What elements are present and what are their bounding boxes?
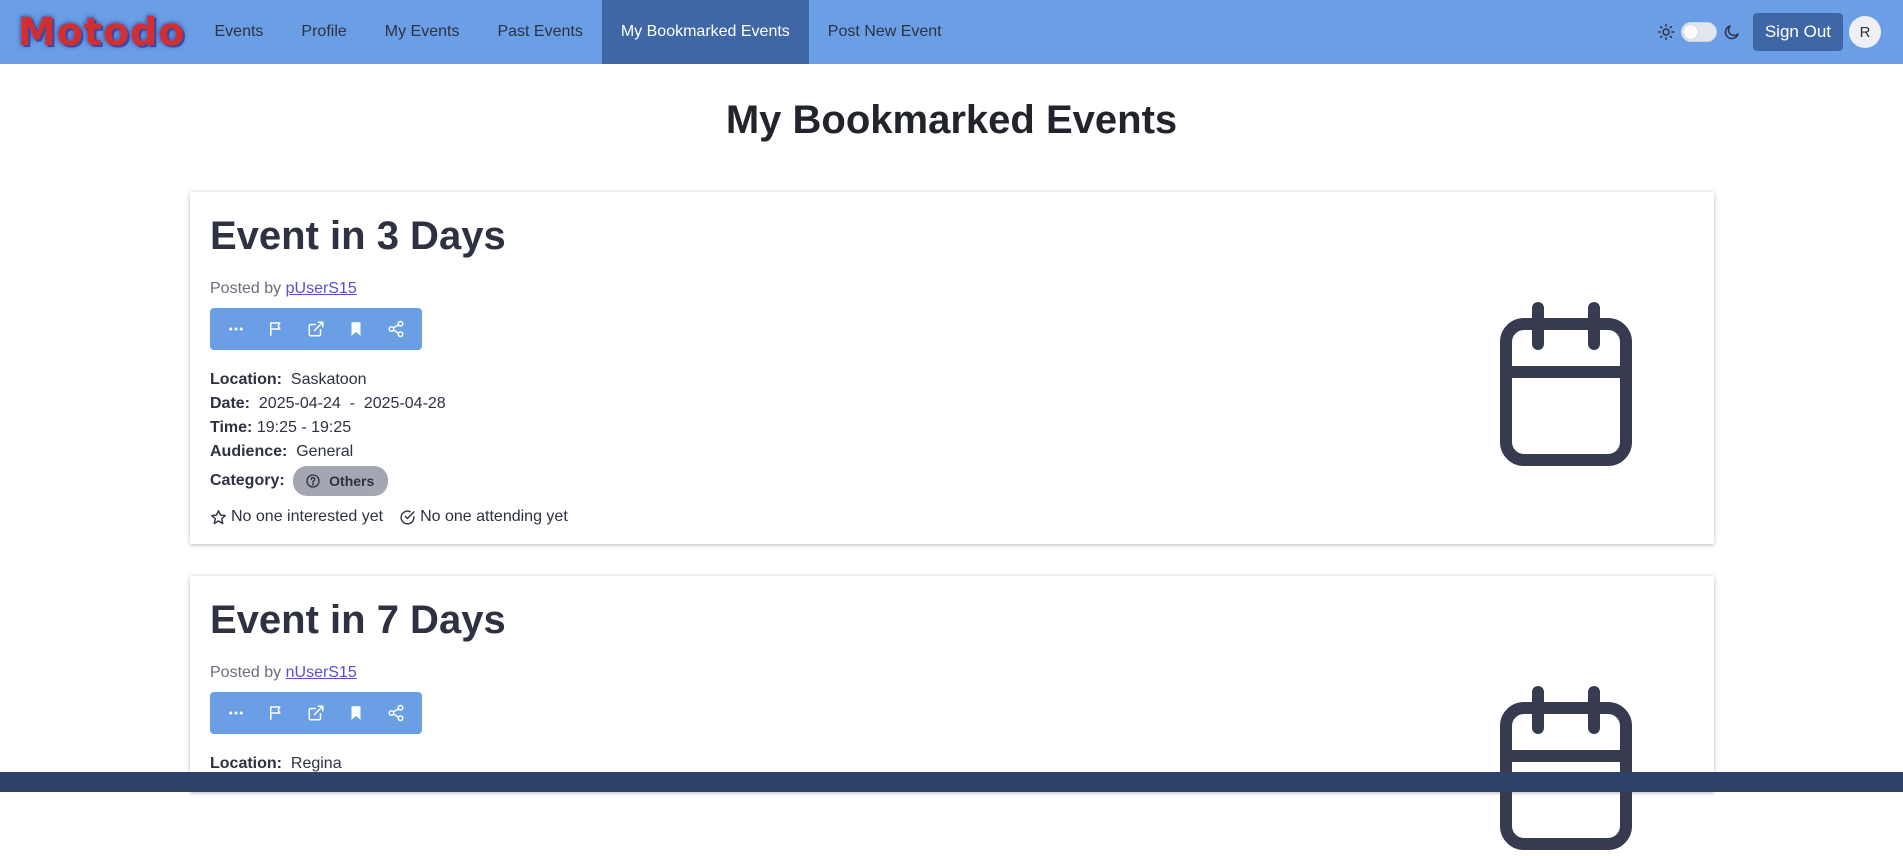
nav-item-events[interactable]: Events <box>196 0 283 64</box>
sun-icon <box>1657 23 1675 41</box>
time-value: 19:25 - 19:25 <box>256 419 352 436</box>
check-circle-icon <box>400 509 415 525</box>
event-card: Event in 3 Days Posted by pUserS15 Locat… <box>190 192 1714 544</box>
nav-item-profile[interactable]: Profile <box>282 0 365 64</box>
more-horizontal-icon <box>229 711 243 715</box>
date-row: Date: 2025-04-24 - 2025-04-28 <box>210 392 1694 416</box>
bookmark-button[interactable] <box>336 308 376 350</box>
date-label: Date: <box>210 395 251 412</box>
calendar-icon <box>1500 686 1632 850</box>
open-event-button[interactable] <box>296 308 336 350</box>
time-row: Time: 19:25 - 19:25 <box>210 416 1694 440</box>
time-label: Time: <box>210 419 253 436</box>
calendar-icon <box>1500 302 1632 466</box>
more-options-button[interactable] <box>216 308 256 350</box>
event-stats: No one interested yet No one attending y… <box>210 508 1694 526</box>
date-separator: - <box>349 395 355 412</box>
nav-item-my-bookmarked-events[interactable]: My Bookmarked Events <box>601 0 809 64</box>
audience-label: Audience: <box>210 443 288 460</box>
page-title: My Bookmarked Events <box>725 98 1178 142</box>
sign-out-button[interactable]: Sign Out <box>1752 13 1843 51</box>
location-label: Location: <box>210 371 282 388</box>
location-value: Saskatoon <box>290 371 367 388</box>
event-title[interactable]: Event in 7 Days <box>210 596 1694 644</box>
location-value: Regina <box>290 755 342 772</box>
posted-by-label: Posted by <box>210 280 282 297</box>
report-button[interactable] <box>256 692 296 734</box>
author-link[interactable]: pUserS15 <box>286 280 357 297</box>
posted-by: Posted by pUserS15 <box>210 280 1694 298</box>
flag-icon <box>270 706 281 720</box>
share-button[interactable] <box>376 308 416 350</box>
event-card: Event in 7 Days Posted by nUserS15 Locat… <box>190 576 1714 850</box>
flag-icon <box>270 322 281 336</box>
author-link[interactable]: nUserS15 <box>286 664 357 681</box>
external-link-icon <box>308 705 324 721</box>
bookmark-icon <box>351 706 361 720</box>
event-actions-toolbar <box>210 308 422 350</box>
top-navbar: Motodo Events Profile My Events Past Eve… <box>0 0 1903 64</box>
brand-logo[interactable]: Motodo <box>18 13 186 51</box>
interested-text: No one interested yet <box>231 508 384 525</box>
moon-icon <box>1724 25 1739 40</box>
share-button[interactable] <box>376 692 416 734</box>
share-icon <box>388 320 404 338</box>
nav-links: Events Profile My Events Past Events My … <box>196 0 961 64</box>
date-start: 2025-04-24 <box>258 395 341 412</box>
external-link-icon <box>308 321 324 337</box>
star-icon <box>211 509 226 524</box>
date-end: 2025-04-28 <box>363 395 446 412</box>
question-circle-icon <box>306 474 320 488</box>
toggle-knob <box>1683 25 1698 39</box>
location-row: Location: Saskatoon <box>210 368 1694 392</box>
share-icon <box>388 704 404 722</box>
open-event-button[interactable] <box>296 692 336 734</box>
event-title[interactable]: Event in 3 Days <box>210 212 1694 260</box>
bookmark-icon <box>351 322 361 336</box>
category-value: Others <box>329 473 375 489</box>
posted-by-label: Posted by <box>210 664 282 681</box>
posted-by: Posted by nUserS15 <box>210 664 1694 682</box>
nav-item-post-new-event[interactable]: Post New Event <box>809 0 961 64</box>
more-horizontal-icon <box>229 327 243 331</box>
nav-item-past-events[interactable]: Past Events <box>478 0 601 64</box>
category-label: Category: <box>210 472 285 490</box>
location-label: Location: <box>210 755 282 772</box>
category-row: Category: Others <box>210 466 1694 496</box>
category-badge[interactable]: Others <box>293 466 389 496</box>
theme-toggle[interactable] <box>1680 22 1717 42</box>
attending-stat[interactable]: No one attending yet <box>399 508 568 526</box>
event-details: Location: Saskatoon Date: 2025-04-24 - 2… <box>210 368 1694 496</box>
footer-bar <box>0 772 1903 792</box>
audience-row: Audience: General <box>210 440 1694 464</box>
attending-text: No one attending yet <box>420 508 568 525</box>
bookmark-button[interactable] <box>336 692 376 734</box>
event-actions-toolbar <box>210 692 422 734</box>
interested-stat[interactable]: No one interested yet <box>210 508 383 526</box>
nav-item-my-events[interactable]: My Events <box>366 0 479 64</box>
user-avatar[interactable]: R <box>1849 16 1881 48</box>
nav-right-controls: Sign Out R <box>1657 0 1881 64</box>
audience-value: General <box>296 443 354 460</box>
report-button[interactable] <box>256 308 296 350</box>
more-options-button[interactable] <box>216 692 256 734</box>
